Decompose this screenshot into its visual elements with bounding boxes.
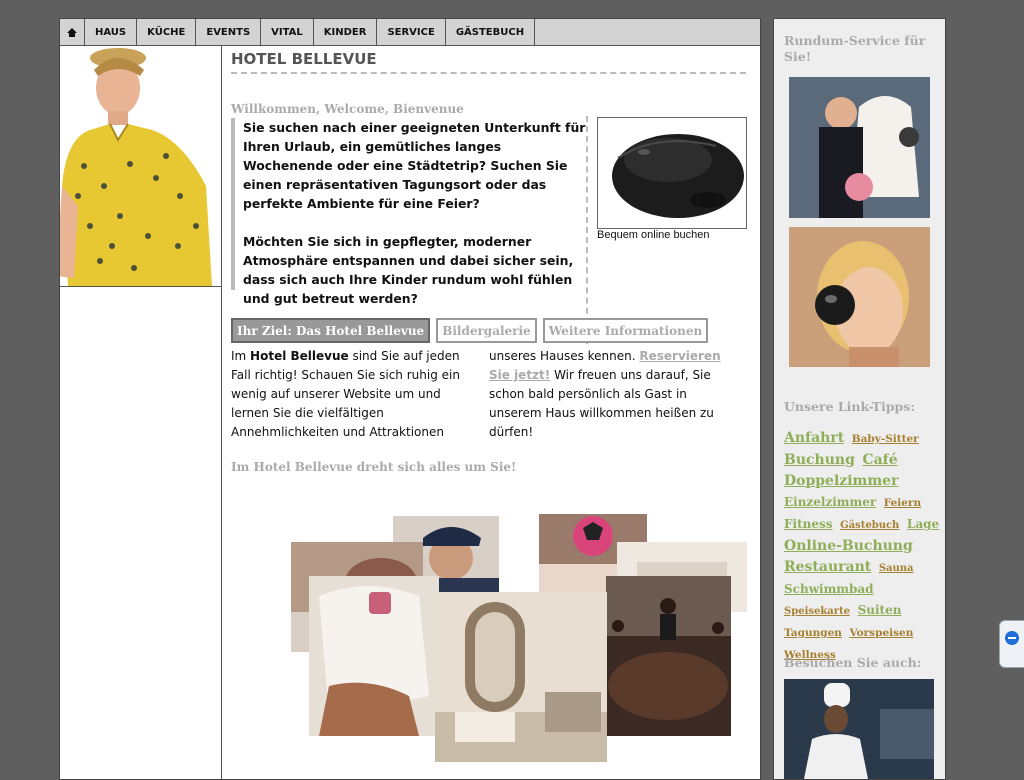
collage-photo-bathrobe bbox=[309, 576, 439, 736]
tag-link-gaestebuch[interactable]: Gästebuch bbox=[840, 520, 899, 531]
body-text-col2-start: unseres Hauses kennen. bbox=[489, 349, 640, 363]
body-column-1: Im Hotel Bellevue sind Sie auf jeden Fal… bbox=[231, 347, 479, 442]
page-title: HOTEL BELLEVUE bbox=[231, 50, 746, 74]
tab-bildergalerie[interactable]: Bildergalerie bbox=[436, 318, 537, 343]
nav-home[interactable] bbox=[60, 19, 85, 45]
nav-item-vital[interactable]: VITAL bbox=[261, 19, 314, 45]
floating-side-button[interactable] bbox=[999, 620, 1024, 668]
portrait-photo bbox=[60, 46, 221, 287]
tag-link-feiern[interactable]: Feiern bbox=[884, 497, 921, 509]
tag-link-buchung[interactable]: Buchung bbox=[784, 452, 855, 468]
body-column-2: unseres Hauses kennen. Reservieren Sie j… bbox=[489, 347, 739, 442]
tag-link-suiten[interactable]: Suiten bbox=[858, 603, 902, 617]
top-navigation: HAUS KÜCHE EVENTS VITAL KINDER SERVICE G… bbox=[60, 19, 760, 46]
service-heading: Rundum-Service für Sie! bbox=[784, 33, 926, 64]
tag-link-einzelzimmer[interactable]: Einzelzimmer bbox=[784, 495, 876, 509]
sidebar-panel: Rundum-Service für Sie! Unsere Link-Tipp… bbox=[774, 19, 945, 779]
tag-cloud: Anfahrt Baby-Sitter Buchung Café Doppelz… bbox=[784, 427, 942, 665]
tag-link-speisekarte[interactable]: Speisekarte bbox=[784, 606, 850, 617]
tag-link-online-buchung[interactable]: Online-Buchung bbox=[784, 538, 913, 554]
welcome-subtitle: Willkommen, Welcome, Bienvenue bbox=[231, 102, 464, 116]
vertical-divider bbox=[586, 116, 588, 344]
tag-link-restaurant[interactable]: Restaurant bbox=[784, 559, 871, 575]
link-tips-heading: Unsere Link-Tipps: bbox=[784, 399, 915, 414]
intro-blockquote: Sie suchen nach einer geeigneten Unterku… bbox=[231, 118, 588, 306]
tab-ihr-ziel[interactable]: Ihr Ziel: Das Hotel Bellevue bbox=[231, 318, 431, 343]
collage-photo-living-room bbox=[435, 592, 607, 762]
tag-link-fitness[interactable]: Fitness bbox=[784, 517, 833, 531]
woman-mirror-photo[interactable] bbox=[789, 227, 930, 367]
home-icon bbox=[67, 27, 77, 37]
nav-item-service[interactable]: SERVICE bbox=[377, 19, 446, 45]
intro-paragraph-1: Sie suchen nach einer geeigneten Unterku… bbox=[243, 120, 586, 211]
nav-item-haus[interactable]: HAUS bbox=[85, 19, 138, 45]
tag-link-sauna[interactable]: Sauna bbox=[879, 563, 914, 574]
nav-item-gaestebuch[interactable]: GÄSTEBUCH bbox=[446, 19, 536, 45]
intro-paragraph-2: Möchten Sie sich in gepflegter, moderner… bbox=[243, 234, 574, 306]
nav-item-events[interactable]: EVENTS bbox=[196, 19, 262, 45]
sidebar: Rundum-Service für Sie! Unsere Link-Tipp… bbox=[773, 18, 946, 780]
remote-support-icon bbox=[1005, 631, 1019, 645]
tag-link-tagungen[interactable]: Tagungen bbox=[784, 627, 842, 639]
tag-link-doppelzimmer[interactable]: Doppelzimmer bbox=[784, 473, 898, 489]
hotel-name-bold: Hotel Bellevue bbox=[250, 349, 349, 363]
tag-link-cafe[interactable]: Café bbox=[862, 452, 897, 468]
nav-item-kueche[interactable]: KÜCHE bbox=[137, 19, 197, 45]
tag-link-vorspeisen[interactable]: Vorspeisen bbox=[849, 627, 913, 639]
photo-collage bbox=[261, 506, 747, 776]
collage-photo-meeting bbox=[606, 576, 731, 736]
tagline: Im Hotel Bellevue dreht sich alles um Si… bbox=[231, 460, 517, 474]
tag-link-anfahrt[interactable]: Anfahrt bbox=[784, 430, 844, 446]
content-tabs: Ihr Ziel: Das Hotel Bellevue Bildergaler… bbox=[231, 318, 709, 343]
tag-link-lage[interactable]: Lage bbox=[907, 517, 939, 531]
mouse-image[interactable] bbox=[597, 117, 747, 229]
left-column bbox=[60, 46, 222, 779]
chef-photo[interactable] bbox=[784, 679, 934, 779]
body-text-start: Im bbox=[231, 349, 251, 363]
wedding-photo[interactable] bbox=[789, 77, 930, 218]
visit-also-heading: Besuchen Sie auch: bbox=[784, 655, 922, 670]
book-online-caption[interactable]: Bequem online buchen bbox=[597, 229, 710, 241]
tab-weitere-informationen[interactable]: Weitere Informationen bbox=[542, 318, 709, 343]
tag-link-schwimmbad[interactable]: Schwimmbad bbox=[784, 582, 874, 596]
main-page: HAUS KÜCHE EVENTS VITAL KINDER SERVICE G… bbox=[59, 18, 761, 780]
tag-link-baby-sitter[interactable]: Baby-Sitter bbox=[852, 433, 919, 445]
nav-item-kinder[interactable]: KINDER bbox=[314, 19, 378, 45]
